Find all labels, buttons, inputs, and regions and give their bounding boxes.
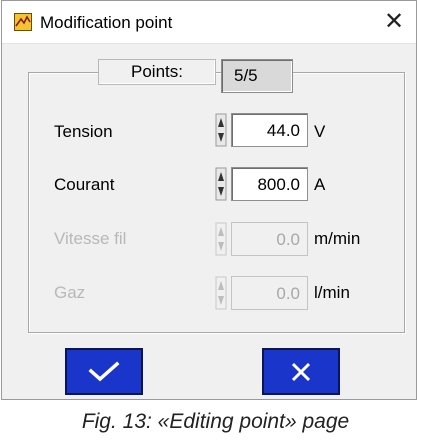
cancel-button[interactable] — [262, 348, 340, 395]
points-value: 5/5 — [221, 59, 293, 93]
gaz-unit: l/min — [314, 283, 350, 302]
gaz-spinner-icon — [215, 276, 227, 310]
courant-unit: A — [314, 175, 326, 194]
modification-point-dialog: Modification point ✕ Points: 5/5 Tension… — [1, 0, 417, 400]
courant-label: Courant — [54, 175, 115, 194]
courant-input[interactable]: 800.0 — [231, 167, 308, 201]
checkmark-icon — [88, 361, 120, 381]
points-label: Points: — [98, 59, 216, 85]
tension-label: Tension — [54, 122, 113, 141]
cross-icon — [291, 362, 311, 381]
vitesse-fil-unit: m/min — [314, 229, 361, 248]
window-title: Modification point — [40, 13, 173, 32]
gaz-input: 0.0 — [231, 276, 308, 310]
close-icon[interactable]: ✕ — [372, 1, 416, 43]
confirm-button[interactable] — [65, 348, 143, 395]
app-icon — [14, 13, 32, 31]
tension-input[interactable]: 44.0 — [231, 113, 308, 147]
courant-spinner-icon[interactable] — [214, 167, 228, 201]
tension-unit: V — [314, 122, 326, 141]
gaz-label: Gaz — [54, 283, 86, 302]
title-bar: Modification point ✕ — [2, 1, 416, 44]
vitesse-fil-label: Vitesse fil — [54, 229, 127, 248]
vitesse-fil-spinner-icon — [215, 222, 227, 256]
figure-caption: Fig. 13: «Editing point» page — [81, 410, 350, 433]
vitesse-fil-input: 0.0 — [231, 222, 308, 256]
tension-spinner-icon[interactable] — [214, 113, 228, 147]
